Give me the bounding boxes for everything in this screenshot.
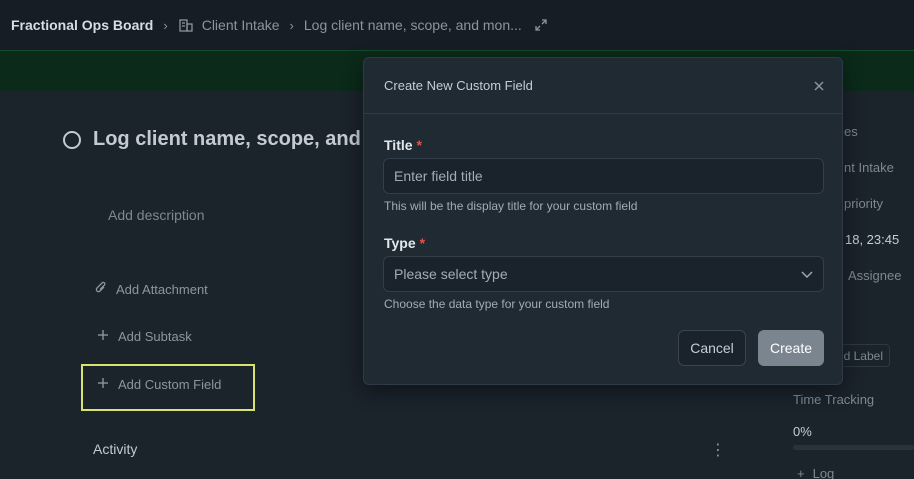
- add-description[interactable]: Add description: [108, 207, 205, 223]
- expand-icon[interactable]: [534, 18, 548, 32]
- breadcrumb: Fractional Ops Board › Client Intake › L…: [0, 0, 914, 50]
- type-helper-text: Choose the data type for your custom fie…: [384, 297, 610, 311]
- sidebar-section-value[interactable]: nt Intake: [844, 160, 894, 175]
- breadcrumb-separator: ›: [289, 17, 294, 33]
- dialog-title: Create New Custom Field: [384, 78, 533, 93]
- breadcrumb-separator: ›: [163, 17, 168, 33]
- add-subtask-label: Add Subtask: [118, 329, 192, 344]
- close-icon[interactable]: [814, 81, 824, 91]
- plus-icon: +: [797, 466, 805, 479]
- time-tracking-progress-text: 0%: [793, 424, 812, 439]
- time-tracking-heading: Time Tracking: [793, 392, 875, 407]
- sidebar-item: es: [844, 124, 858, 139]
- add-attachment-label: Add Attachment: [116, 282, 208, 297]
- breadcrumb-section[interactable]: Client Intake: [202, 17, 280, 33]
- breadcrumb-task[interactable]: Log client name, scope, and mon...: [304, 17, 522, 33]
- title-input[interactable]: [383, 158, 824, 194]
- building-icon: [178, 17, 194, 33]
- type-select-value: Please select type: [394, 266, 508, 282]
- task-title[interactable]: Log client name, scope, and m: [93, 128, 384, 151]
- type-select[interactable]: Please select type: [383, 256, 824, 292]
- add-subtask-button[interactable]: Add Subtask: [97, 329, 192, 344]
- sidebar-assignee[interactable]: Assignee: [848, 268, 901, 283]
- log-label: Log: [812, 466, 835, 479]
- log-time-button[interactable]: + Log: [797, 466, 834, 479]
- required-mark: *: [416, 137, 422, 153]
- type-field-label: Type *: [384, 235, 425, 251]
- status-circle-icon[interactable]: [63, 130, 81, 149]
- plus-icon: [97, 329, 109, 344]
- required-mark: *: [419, 235, 426, 251]
- activity-heading: Activity: [93, 441, 138, 457]
- title-helper-text: This will be the display title for your …: [384, 199, 638, 213]
- breadcrumb-board[interactable]: Fractional Ops Board: [11, 17, 153, 33]
- create-button[interactable]: Create: [758, 330, 824, 366]
- title-label-text: Title: [384, 137, 413, 153]
- kebab-icon[interactable]: ⋮: [710, 440, 726, 460]
- cancel-button[interactable]: Cancel: [678, 330, 746, 366]
- focus-highlight: [81, 364, 255, 411]
- type-label-text: Type: [384, 235, 416, 251]
- paperclip-icon: [95, 281, 107, 298]
- time-tracking-progress-bar: [793, 445, 914, 450]
- title-field-label: Title *: [384, 137, 422, 153]
- sidebar-priority-value[interactable]: priority: [844, 196, 883, 211]
- task-title-row: Log client name, scope, and m: [63, 128, 384, 151]
- chevron-down-icon: [801, 266, 813, 282]
- dialog-header: Create New Custom Field: [364, 58, 842, 114]
- create-custom-field-dialog: Create New Custom Field Title* This will…: [363, 57, 843, 385]
- add-attachment-button[interactable]: Add Attachment: [95, 281, 208, 298]
- sidebar-date-value[interactable]: 18, 23:45: [845, 232, 899, 247]
